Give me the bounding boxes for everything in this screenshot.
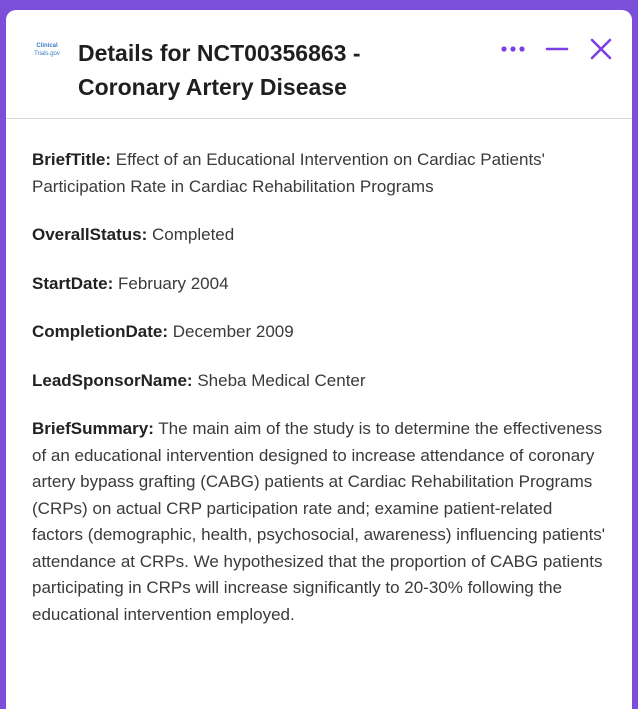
panel-title: Details for NCT00356863 - Coronary Arter… [78, 40, 361, 100]
clinicaltrials-logo: Clinical Trials.gov [30, 42, 64, 70]
detail-start-date: StartDate: February 2004 [32, 271, 606, 298]
minimize-icon [545, 47, 569, 51]
detail-overall-status: OverallStatus: Completed [32, 222, 606, 249]
minimize-button[interactable] [544, 36, 570, 62]
detail-value: February 2004 [117, 273, 229, 293]
header-actions [500, 36, 614, 62]
logo-line-2: Trials.gov [34, 51, 60, 57]
detail-key: BriefTitle: [32, 150, 112, 169]
detail-key: CompletionDate: [32, 322, 168, 341]
detail-brief-summary: BriefSummary: The main aim of the study … [32, 416, 606, 628]
detail-key: OverallStatus: [32, 225, 148, 244]
detail-key: BriefSummary: [32, 419, 154, 438]
more-options-button[interactable] [500, 36, 526, 62]
detail-value: Sheba Medical Center [197, 370, 366, 390]
details-content: BriefTitle: Effect of an Educational Int… [6, 119, 632, 628]
logo-line-1: Clinical [36, 43, 58, 49]
detail-key: LeadSponsorName: [32, 370, 193, 390]
detail-brief-title: BriefTitle: Effect of an Educational Int… [32, 147, 606, 200]
more-horizontal-icon [501, 46, 525, 52]
detail-lead-sponsor: LeadSponsorName: Sheba Medical Center [32, 368, 606, 395]
detail-completion-date: CompletionDate: December 2009 [32, 319, 606, 346]
panel-header: Clinical Trials.gov Details for NCT00356… [6, 10, 632, 119]
detail-value: The main aim of the study is to determin… [32, 419, 606, 624]
close-button[interactable] [588, 36, 614, 62]
detail-value: Completed [152, 225, 235, 244]
details-panel: Clinical Trials.gov Details for NCT00356… [6, 10, 632, 709]
detail-value: December 2009 [172, 322, 294, 341]
close-icon [590, 38, 612, 60]
detail-key: StartDate: [32, 273, 114, 293]
